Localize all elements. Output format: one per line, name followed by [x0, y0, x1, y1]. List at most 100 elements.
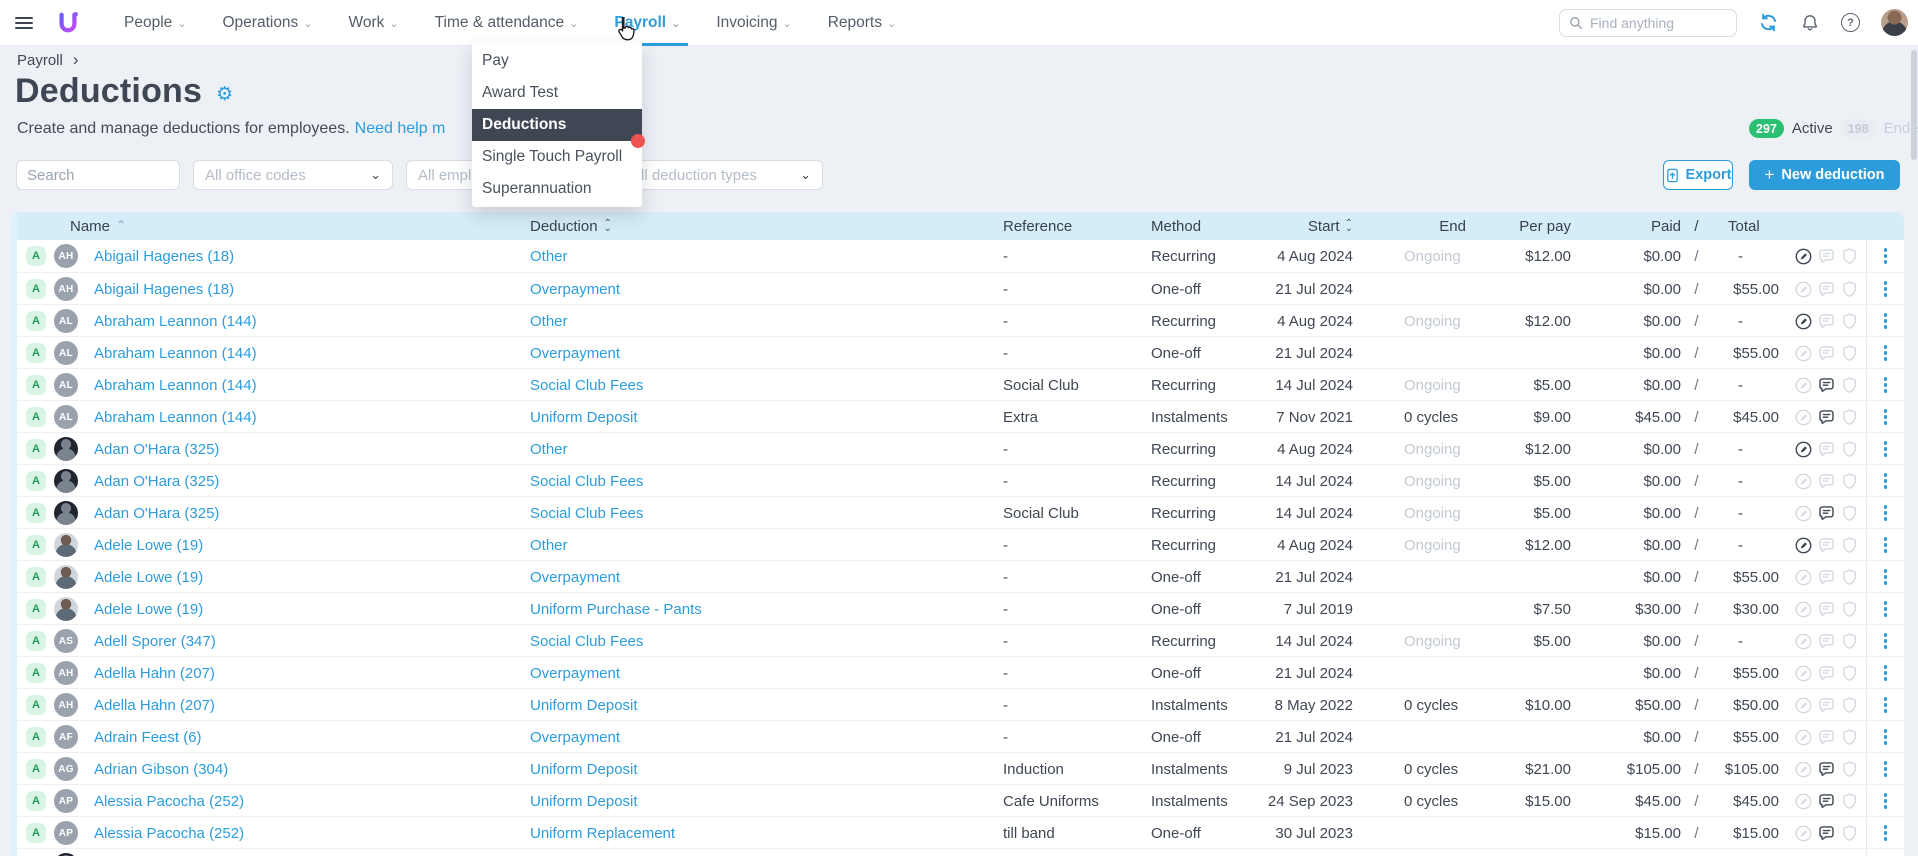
- deduction-link[interactable]: Uniform Deposit: [530, 697, 638, 714]
- employee-name-link[interactable]: Alessia Pacocha (252): [94, 793, 244, 810]
- comment-icon[interactable]: [1817, 792, 1836, 811]
- employee-name-link[interactable]: Adele Lowe (19): [94, 601, 203, 618]
- deduction-link[interactable]: Social Club Fees: [530, 473, 643, 490]
- employee-name-link[interactable]: Alessia Pacocha (252): [94, 825, 244, 842]
- edit-icon[interactable]: [1794, 568, 1813, 587]
- menu-item-deductions[interactable]: Deductions: [472, 109, 642, 141]
- shield-icon[interactable]: [1840, 792, 1859, 811]
- employee-name-link[interactable]: Abraham Leannon (144): [94, 377, 257, 394]
- kebab-menu-icon[interactable]: [1880, 565, 1892, 589]
- deduction-link[interactable]: Uniform Deposit: [530, 409, 638, 426]
- employee-name-link[interactable]: Abigail Hagenes (18): [94, 248, 234, 265]
- comment-icon[interactable]: [1817, 376, 1836, 395]
- shield-icon[interactable]: [1840, 600, 1859, 619]
- user-profile-avatar[interactable]: [1881, 9, 1908, 36]
- comment-icon[interactable]: [1817, 728, 1836, 747]
- nav-item-reports[interactable]: Reports⌄: [810, 0, 915, 46]
- edit-icon[interactable]: [1794, 408, 1813, 427]
- edit-icon[interactable]: [1794, 632, 1813, 651]
- edit-icon[interactable]: [1794, 312, 1813, 331]
- kebab-menu-icon[interactable]: [1880, 244, 1892, 268]
- nav-item-work[interactable]: Work⌄: [331, 0, 417, 46]
- nav-item-operations[interactable]: Operations⌄: [204, 0, 330, 46]
- kebab-menu-icon[interactable]: [1880, 661, 1892, 685]
- shield-icon[interactable]: [1840, 696, 1859, 715]
- nav-item-invoicing[interactable]: Invoicing⌄: [698, 0, 809, 46]
- employee-name-link[interactable]: Adan O'Hara (325): [94, 505, 219, 522]
- shield-icon[interactable]: [1840, 344, 1859, 363]
- comment-icon[interactable]: [1817, 440, 1836, 459]
- comment-icon[interactable]: [1817, 536, 1836, 555]
- kebab-menu-icon[interactable]: [1880, 309, 1892, 333]
- menu-item-pay[interactable]: Pay: [472, 45, 642, 77]
- kebab-menu-icon[interactable]: [1880, 341, 1892, 365]
- employee-name-link[interactable]: Adrain Feest (6): [94, 729, 202, 746]
- shield-icon[interactable]: [1840, 247, 1859, 266]
- menu-item-superannuation[interactable]: Superannuation: [472, 173, 642, 205]
- menu-item-award-test[interactable]: Award Test: [472, 77, 642, 109]
- kebab-menu-icon[interactable]: [1880, 597, 1892, 621]
- deduction-link[interactable]: Social Club Fees: [530, 377, 643, 394]
- column-header-name[interactable]: Name ⌃: [10, 218, 520, 235]
- edit-icon[interactable]: [1794, 376, 1813, 395]
- search-input[interactable]: [16, 160, 180, 190]
- global-search[interactable]: [1559, 9, 1737, 37]
- kebab-menu-icon[interactable]: [1880, 693, 1892, 717]
- deduction-link[interactable]: Other: [530, 313, 568, 330]
- shield-icon[interactable]: [1840, 760, 1859, 779]
- settings-gear-icon[interactable]: ⚙: [216, 83, 233, 105]
- employee-name-link[interactable]: Adrian Gibson (304): [94, 761, 228, 778]
- edit-icon[interactable]: [1794, 696, 1813, 715]
- deduction-link[interactable]: Other: [530, 537, 568, 554]
- kebab-menu-icon[interactable]: [1880, 789, 1892, 813]
- kebab-menu-icon[interactable]: [1880, 373, 1892, 397]
- shield-icon[interactable]: [1840, 504, 1859, 523]
- deduction-link[interactable]: Other: [530, 441, 568, 458]
- shield-icon[interactable]: [1840, 376, 1859, 395]
- shield-icon[interactable]: [1840, 824, 1859, 843]
- edit-icon[interactable]: [1794, 472, 1813, 491]
- new-deduction-button[interactable]: + New deduction: [1749, 160, 1900, 190]
- edit-icon[interactable]: [1794, 440, 1813, 459]
- edit-icon[interactable]: [1794, 600, 1813, 619]
- hamburger-menu-icon[interactable]: [15, 17, 33, 29]
- employee-name-link[interactable]: Adele Lowe (19): [94, 569, 203, 586]
- comment-icon[interactable]: [1817, 247, 1836, 266]
- employee-name-link[interactable]: Abigail Hagenes (18): [94, 281, 234, 298]
- comment-icon[interactable]: [1817, 344, 1836, 363]
- comment-icon[interactable]: [1817, 824, 1836, 843]
- column-header-deduction[interactable]: Deduction ⌃⌄: [520, 218, 993, 235]
- shield-icon[interactable]: [1840, 728, 1859, 747]
- menu-item-single-touch-payroll[interactable]: Single Touch Payroll: [472, 141, 642, 173]
- app-logo[interactable]: [57, 10, 79, 35]
- shield-icon[interactable]: [1840, 280, 1859, 299]
- employee-name-link[interactable]: Adan O'Hara (325): [94, 473, 219, 490]
- comment-icon[interactable]: [1817, 696, 1836, 715]
- deduction-link[interactable]: Social Club Fees: [530, 633, 643, 650]
- breadcrumb-payroll[interactable]: Payroll: [17, 52, 63, 69]
- deduction-link[interactable]: Overpayment: [530, 345, 620, 362]
- edit-icon[interactable]: [1794, 280, 1813, 299]
- comment-icon[interactable]: [1817, 504, 1836, 523]
- deduction-link[interactable]: Other: [530, 248, 568, 265]
- deduction-link[interactable]: Uniform Replacement: [530, 825, 675, 842]
- kebab-menu-icon[interactable]: [1880, 437, 1892, 461]
- shield-icon[interactable]: [1840, 472, 1859, 491]
- shield-icon[interactable]: [1840, 312, 1859, 331]
- shield-icon[interactable]: [1840, 408, 1859, 427]
- comment-icon[interactable]: [1817, 568, 1836, 587]
- nav-item-people[interactable]: People⌄: [106, 0, 204, 46]
- employee-name-link[interactable]: Adella Hahn (207): [94, 697, 215, 714]
- sync-icon[interactable]: [1758, 12, 1779, 33]
- edit-icon[interactable]: [1794, 792, 1813, 811]
- deduction-link[interactable]: Overpayment: [530, 665, 620, 682]
- comment-icon[interactable]: [1817, 280, 1836, 299]
- global-search-input[interactable]: [1590, 15, 1720, 31]
- shield-icon[interactable]: [1840, 440, 1859, 459]
- employee-name-link[interactable]: Abraham Leannon (144): [94, 313, 257, 330]
- export-button[interactable]: Export: [1663, 160, 1733, 190]
- deduction-link[interactable]: Uniform Deposit: [530, 793, 638, 810]
- deduction-link[interactable]: Uniform Deposit: [530, 761, 638, 778]
- employee-name-link[interactable]: Adan O'Hara (325): [94, 441, 219, 458]
- comment-icon[interactable]: [1817, 408, 1836, 427]
